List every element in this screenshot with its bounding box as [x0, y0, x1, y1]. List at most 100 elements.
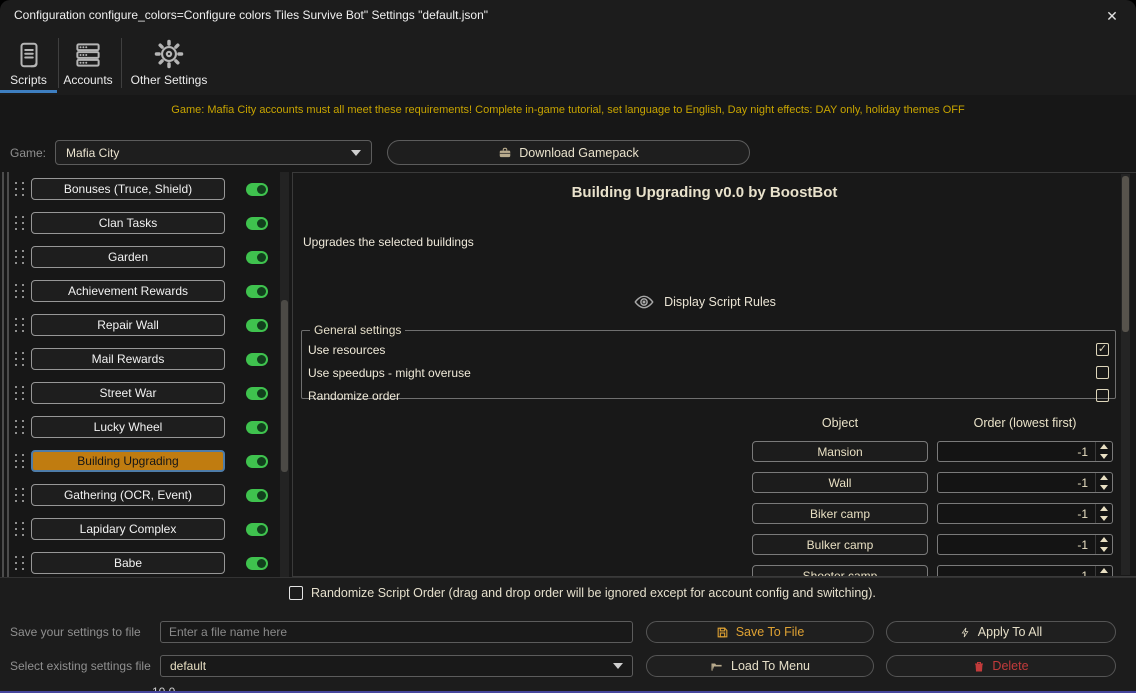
spin-up-icon[interactable]	[1096, 535, 1112, 545]
drag-handle-icon[interactable]	[15, 420, 24, 435]
toggle-knob	[257, 219, 266, 228]
script-button[interactable]: Clan Tasks	[31, 212, 225, 234]
drag-handle-icon[interactable]	[15, 556, 24, 571]
drag-handle-icon[interactable]	[15, 488, 24, 503]
randomize-order-checkbox[interactable]	[1096, 389, 1109, 402]
drag-handle-icon[interactable]	[15, 284, 24, 299]
randomize-script-order-checkbox[interactable]	[289, 586, 303, 600]
order-spinner[interactable]: -1	[937, 503, 1113, 524]
close-icon[interactable]: ✕	[1100, 4, 1124, 28]
spin-down-icon[interactable]	[1096, 483, 1112, 493]
use-resources-checkbox[interactable]: ✓	[1096, 343, 1109, 356]
script-description: Upgrades the selected buildings	[303, 235, 474, 249]
general-settings-group: General settings Use resources ✓ Use spe…	[301, 323, 1116, 399]
drag-handle-icon[interactable]	[15, 182, 24, 197]
sidebar-scrollbar[interactable]	[280, 172, 289, 577]
spin-up-icon[interactable]	[1096, 442, 1112, 452]
game-select[interactable]: Mafia City	[55, 140, 372, 165]
display-script-rules-button[interactable]: Display Script Rules	[293, 291, 1116, 313]
toggle-knob	[257, 525, 266, 534]
tab-scripts[interactable]: Scripts	[0, 30, 57, 92]
object-button[interactable]: Bulker camp	[752, 534, 928, 555]
spin-down-icon[interactable]	[1096, 514, 1112, 524]
file-name-input[interactable]	[160, 621, 633, 643]
save-to-file-button[interactable]: Save To File	[646, 621, 874, 643]
drag-handle-icon[interactable]	[15, 318, 24, 333]
table-row: Shooter camp -1	[752, 565, 1113, 577]
game-select-value: Mafia City	[66, 146, 119, 160]
load-to-menu-button[interactable]: Load To Menu	[646, 655, 874, 677]
spin-up-icon[interactable]	[1096, 504, 1112, 514]
drag-handle-icon[interactable]	[15, 352, 24, 367]
general-settings-legend: General settings	[310, 323, 405, 337]
script-toggle[interactable]	[246, 183, 268, 196]
script-row: Mail Rewards	[0, 342, 280, 376]
script-button[interactable]: Bonuses (Truce, Shield)	[31, 178, 225, 200]
tab-label: Accounts	[63, 73, 112, 87]
apply-to-all-label: Apply To All	[978, 625, 1042, 639]
apply-to-all-button[interactable]: Apply To All	[886, 621, 1116, 643]
script-button[interactable]: Lapidary Complex	[31, 518, 225, 540]
script-toggle[interactable]	[246, 557, 268, 570]
script-row: Achievement Rewards	[0, 274, 280, 308]
object-button[interactable]: Wall	[752, 472, 928, 493]
script-button[interactable]: Achievement Rewards	[31, 280, 225, 302]
script-toggle[interactable]	[246, 285, 268, 298]
script-button[interactable]: Building Upgrading	[31, 450, 225, 472]
toggle-knob	[257, 321, 266, 330]
drag-handle-icon[interactable]	[15, 454, 24, 469]
script-toggle[interactable]	[246, 421, 268, 434]
table-row: Bulker camp -1	[752, 534, 1113, 555]
drag-handle-icon[interactable]	[15, 216, 24, 231]
sidebar-scrollbar-thumb[interactable]	[281, 300, 288, 472]
drag-handle-icon[interactable]	[15, 250, 24, 265]
setting-row: Randomize order	[308, 384, 1109, 407]
script-row: Lucky Wheel	[0, 410, 280, 444]
script-toggle[interactable]	[246, 489, 268, 502]
script-toggle[interactable]	[246, 217, 268, 230]
main-panel-scrollbar-thumb[interactable]	[1122, 176, 1129, 332]
footer: Randomize Script Order (drag and drop or…	[0, 577, 1136, 693]
script-row: Repair Wall	[0, 308, 280, 342]
settings-file-select[interactable]: default	[160, 655, 633, 677]
script-toggle[interactable]	[246, 455, 268, 468]
drag-handle-icon[interactable]	[15, 522, 24, 537]
spin-down-icon[interactable]	[1096, 452, 1112, 462]
order-spinner[interactable]: -1	[937, 565, 1113, 577]
use-speedups-checkbox[interactable]	[1096, 366, 1109, 379]
tab-other-settings[interactable]: Other Settings	[123, 30, 215, 92]
drag-handle-icon[interactable]	[15, 386, 24, 401]
script-toggle[interactable]	[246, 523, 268, 536]
spin-up-icon[interactable]	[1096, 566, 1112, 576]
main-panel-scrollbar[interactable]	[1121, 174, 1130, 575]
script-button[interactable]: Babe	[31, 552, 225, 574]
script-toggle[interactable]	[246, 251, 268, 264]
download-gamepack-button[interactable]: Download Gamepack	[387, 140, 750, 165]
script-button[interactable]: Garden	[31, 246, 225, 268]
order-spinner[interactable]: -1	[937, 472, 1113, 493]
order-spinner[interactable]: -1	[937, 441, 1113, 462]
setting-label: Use speedups - might overuse	[308, 366, 471, 380]
column-header-order: Order (lowest first)	[937, 416, 1113, 430]
script-toggle[interactable]	[246, 319, 268, 332]
order-spinner[interactable]: -1	[937, 534, 1113, 555]
object-button[interactable]: Mansion	[752, 441, 928, 462]
script-toggle[interactable]	[246, 353, 268, 366]
script-button[interactable]: Lucky Wheel	[31, 416, 225, 438]
spin-down-icon[interactable]	[1096, 545, 1112, 555]
object-button[interactable]: Biker camp	[752, 503, 928, 524]
spin-up-icon[interactable]	[1096, 473, 1112, 483]
script-button[interactable]: Mail Rewards	[31, 348, 225, 370]
script-toggle[interactable]	[246, 387, 268, 400]
tab-accounts[interactable]: Accounts	[60, 30, 116, 92]
delete-button[interactable]: Delete	[886, 655, 1116, 677]
toggle-knob	[257, 253, 266, 262]
tab-label: Other Settings	[131, 73, 208, 87]
object-button[interactable]: Shooter camp	[752, 565, 928, 577]
load-to-menu-label: Load To Menu	[731, 659, 810, 673]
script-button[interactable]: Street War	[31, 382, 225, 404]
script-title: Building Upgrading v0.0 by BoostBot	[293, 184, 1116, 201]
script-button[interactable]: Repair Wall	[31, 314, 225, 336]
script-button[interactable]: Gathering (OCR, Event)	[31, 484, 225, 506]
select-settings-label: Select existing settings file	[10, 659, 151, 673]
